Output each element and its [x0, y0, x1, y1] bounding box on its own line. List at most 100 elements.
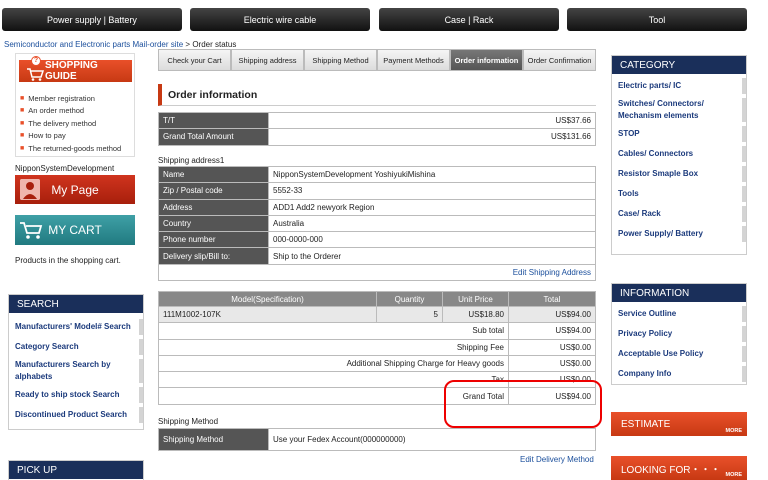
info-company[interactable]: Company Info [612, 366, 746, 382]
step-order-confirmation[interactable]: Order Confirmation [523, 49, 596, 71]
category-stop[interactable]: STOP [612, 126, 746, 142]
bullet-icon: ■ [20, 94, 25, 102]
step-shipping-address[interactable]: Shipping address [231, 49, 304, 71]
search-category-link[interactable]: Category Search [9, 339, 143, 355]
my-cart-label: MY CART [48, 223, 102, 237]
information-panel: INFORMATION Service Outline Privacy Poli… [611, 283, 747, 385]
search-stock-link[interactable]: Ready to ship stock Search [9, 387, 143, 403]
table-header-row: Model(Specification) Quantity Unit Price… [158, 291, 596, 307]
table-row: Edit Shipping Address [158, 263, 596, 282]
estimate-more: MORE [725, 428, 743, 434]
pickup-panel: PICK UP [8, 460, 144, 480]
guide-item-delivery[interactable]: ■ The delivery method [20, 117, 121, 130]
question-icon: ? [31, 56, 41, 66]
shipping-method-value: Use your Fedex Account(000000000) [268, 428, 596, 451]
user-icon [20, 179, 40, 200]
address-value: Ship to the Orderer [268, 247, 596, 265]
table-row: T/T US$37.66 [158, 111, 596, 130]
address-value: 5552-33 [268, 182, 596, 200]
shopping-guide-title[interactable]: ? SHOPPING GUIDE [19, 56, 132, 82]
table-row: 111M1002-107K 5 US$18.80 US$94.00 [158, 305, 596, 324]
table-row: Shipping Fee US$0.00 [158, 338, 596, 356]
my-cart-button[interactable]: MY CART [15, 215, 135, 245]
item-unit-price: US$18.80 [442, 305, 509, 324]
shopping-guide-list: ■ Member registration ■ An order method ■ T… [20, 92, 121, 155]
guide-item-label: How to pay [28, 131, 66, 141]
address-value: ADD1 Add2 newyork Region [268, 198, 596, 216]
search-model-link[interactable]: Manufacturers' Model# Search [9, 319, 143, 335]
order-steps: Check your Cart Shipping address Shippin… [158, 49, 596, 71]
guide-item-pay[interactable]: ■ How to pay [20, 130, 121, 143]
shipping-method-heading: Shipping Method [158, 417, 219, 426]
estimate-button[interactable]: ESTIMATE MORE [611, 412, 747, 436]
summary-value: US$94.00 [508, 322, 596, 340]
looking-for-label: LOOKING FOR・・・ [621, 464, 721, 476]
category-resistor[interactable]: Resistor Smaple Box [612, 166, 746, 182]
grand-total-amount-value: US$131.66 [268, 128, 596, 146]
cart-note: Products in the shopping cart. [15, 256, 121, 265]
table-row: Sub total US$94.00 [158, 322, 596, 340]
search-manufacturers-link[interactable]: Manufacturers Search by alphabets [9, 359, 143, 383]
info-privacy-policy[interactable]: Privacy Policy [612, 326, 746, 342]
table-row: Delivery slip/Bill to: Ship to the Ordere… [158, 247, 596, 265]
search-discontinued-link[interactable]: Discontinued Product Search [9, 407, 143, 423]
step-check-cart[interactable]: Check your Cart [158, 49, 231, 71]
edit-shipping-address-link[interactable]: Edit Shipping Address [513, 268, 591, 277]
guide-item-member[interactable]: ■ Member registration [20, 92, 121, 105]
topnav-tool[interactable]: Tool [567, 8, 747, 31]
step-order-information[interactable]: Order information [450, 49, 523, 71]
category-tools[interactable]: Tools [612, 186, 746, 202]
address-key: Delivery slip/Bill to: [158, 247, 269, 265]
search-title: SEARCH [9, 295, 143, 313]
breadcrumb-separator: > [185, 40, 191, 49]
step-shipping-method[interactable]: Shipping Method [304, 49, 377, 71]
information-title: INFORMATION [612, 284, 746, 302]
breadcrumb: Semiconductor and Electronic parts Mail-… [4, 40, 236, 49]
topnav-case-rack[interactable]: Case | Rack [379, 8, 559, 31]
table-row: Address ADD1 Add2 newyork Region [158, 198, 596, 216]
info-service-outline[interactable]: Service Outline [612, 306, 746, 322]
address-key: Phone number [158, 231, 269, 249]
looking-for-more: MORE [725, 472, 743, 478]
shopping-guide-label: SHOPPING GUIDE [45, 60, 98, 82]
category-electric-parts[interactable]: Electric parts/ IC [612, 78, 746, 94]
category-power-supply[interactable]: Power Supply/ Battery [612, 226, 746, 242]
address-key: Address [158, 198, 269, 216]
cart-icon [20, 222, 43, 239]
guide-item-order[interactable]: ■ An order method [20, 105, 121, 118]
cart-icon [27, 68, 44, 81]
col-model: Model(Specification) [158, 291, 377, 307]
shipping-method-table: Shipping Method Use your Fedex Account(0… [158, 428, 596, 451]
category-title: CATEGORY [612, 56, 746, 74]
step-payment-methods[interactable]: Payment Methods [377, 49, 450, 71]
item-total: US$94.00 [508, 305, 596, 324]
topnav-electric-wire[interactable]: Electric wire cable [190, 8, 370, 31]
topnav-power-supply[interactable]: Power supply | Battery [2, 8, 182, 31]
table-row: Zip / Postal code 5552-33 [158, 182, 596, 200]
guide-item-label: The delivery method [28, 118, 97, 128]
address-key: Name [158, 165, 269, 184]
category-switches[interactable]: Switches/ Connectors/ Mechanism elements [612, 98, 746, 122]
guide-item-label: Member registration [28, 93, 95, 103]
address-value: Australia [268, 214, 596, 233]
table-row: Shipping Method Use your Fedex Account(0… [158, 428, 596, 451]
category-cables[interactable]: Cables/ Connectors [612, 146, 746, 162]
category-case-rack[interactable]: Case/ Rack [612, 206, 746, 222]
edit-shipping-cell: Edit Shipping Address [158, 263, 596, 282]
guide-item-label: An order method [28, 106, 85, 116]
my-page-label: My Page [51, 182, 99, 197]
estimate-label: ESTIMATE [621, 418, 671, 430]
user-name: NipponSystemDevelopment [15, 164, 115, 173]
col-unit-price: Unit Price [442, 291, 509, 307]
page-title: Order information [158, 84, 596, 106]
edit-delivery-method-link[interactable]: Edit Delivery Method [520, 455, 594, 464]
my-page-button[interactable]: My Page [15, 175, 135, 204]
table-row: Name NipponSystemDevelopment YoshiyukiMis… [158, 165, 596, 184]
breadcrumb-home-link[interactable]: Semiconductor and Electronic parts Mail-… [4, 40, 183, 49]
bullet-icon: ■ [20, 144, 25, 152]
summary-value: US$0.00 [508, 354, 596, 373]
table-row: Grand Total Amount US$131.66 [158, 128, 596, 146]
looking-for-button[interactable]: LOOKING FOR・・・ MORE [611, 456, 747, 480]
guide-item-returns[interactable]: ■ The returned-goods method [20, 142, 121, 155]
info-acceptable-use[interactable]: Acceptable Use Policy [612, 346, 746, 362]
